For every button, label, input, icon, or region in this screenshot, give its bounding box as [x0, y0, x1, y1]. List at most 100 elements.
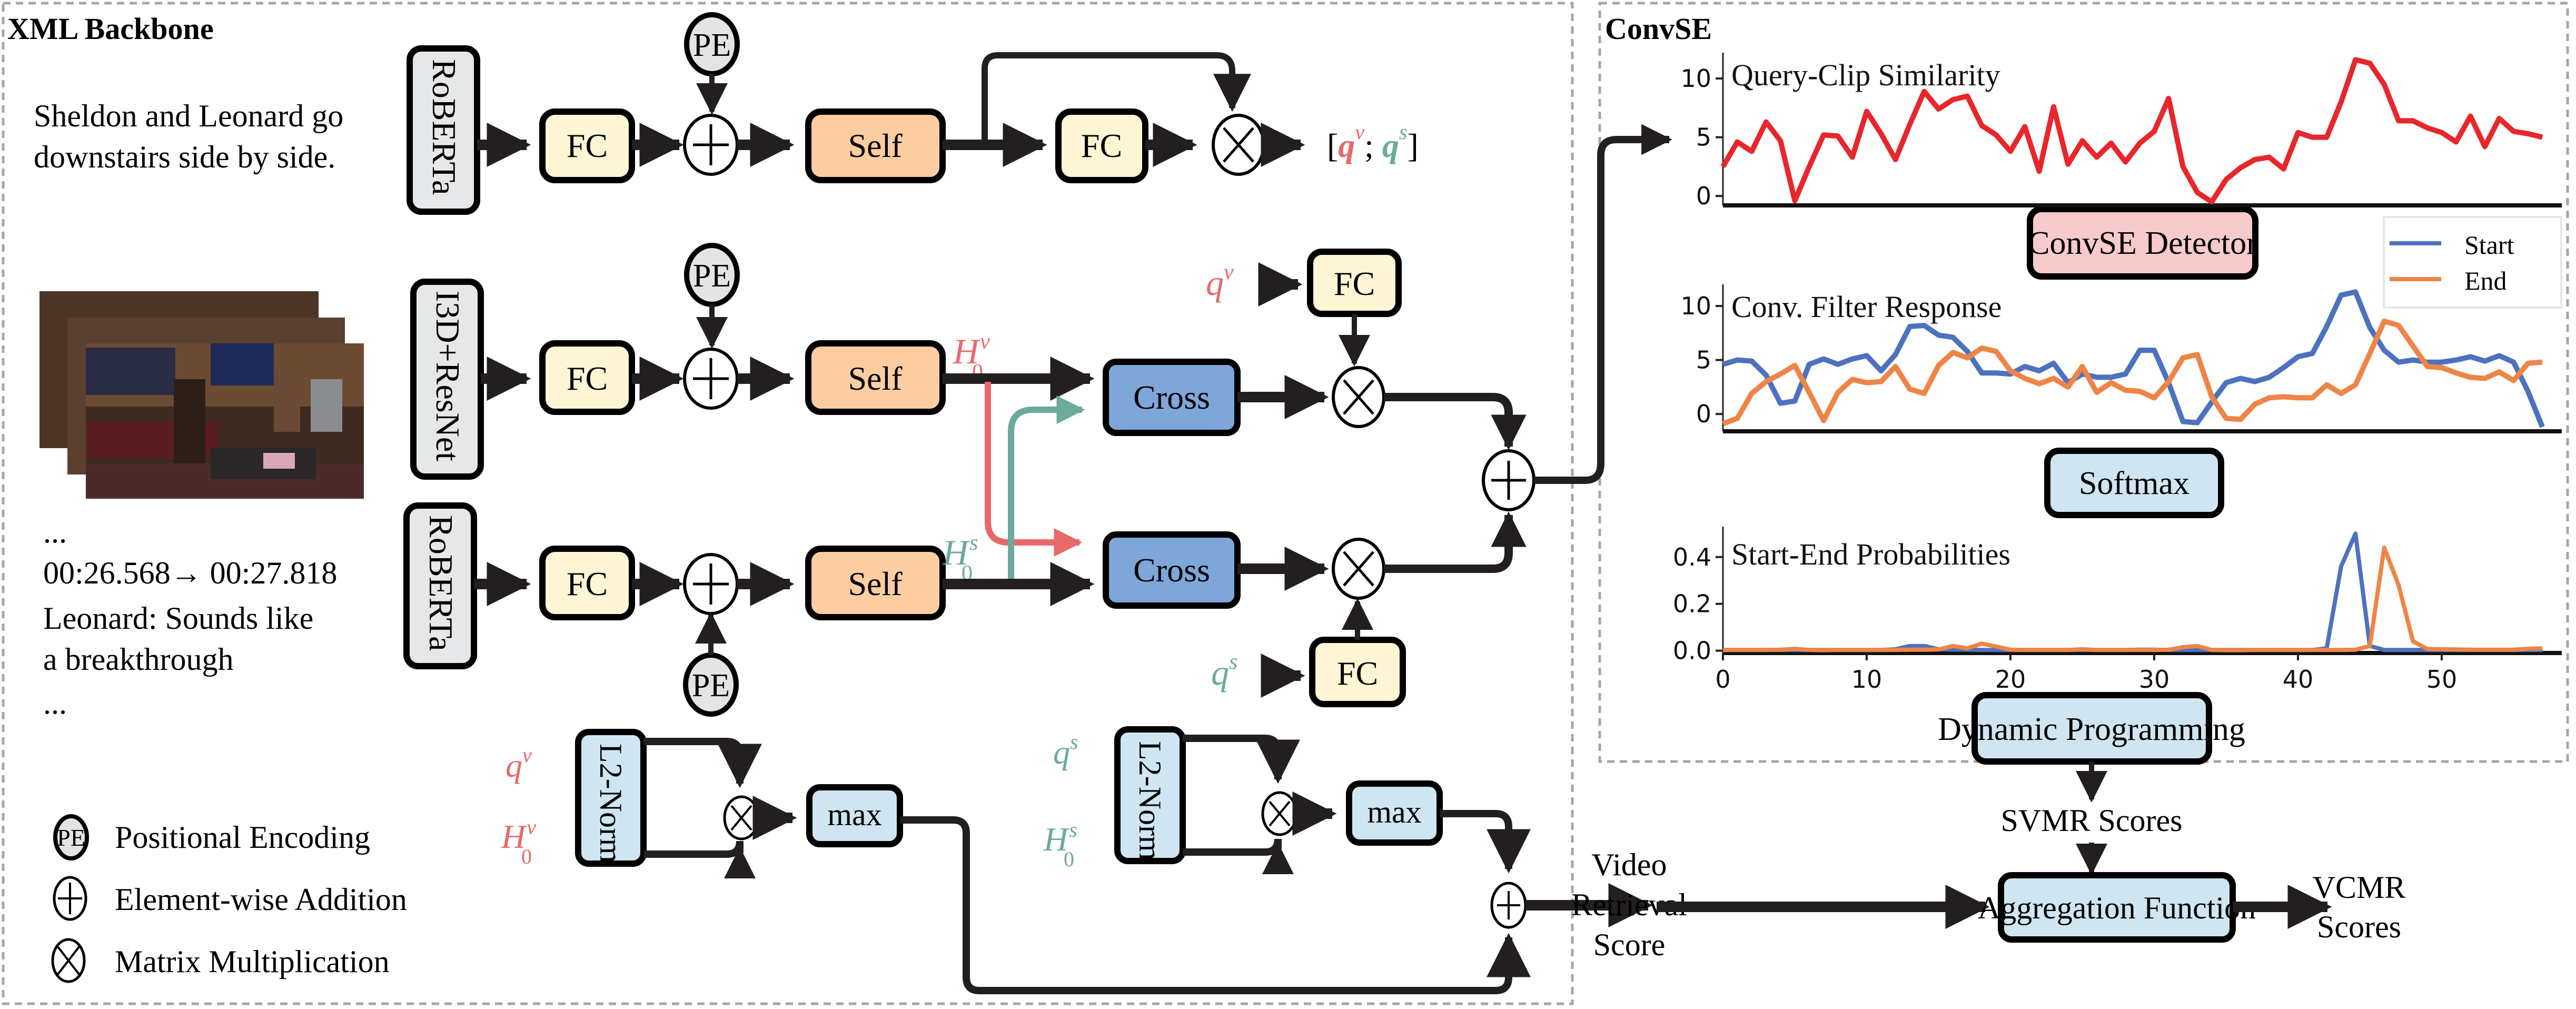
svg-text:Cross: Cross	[1133, 551, 1210, 589]
chart-legend: Start End	[2383, 216, 2562, 309]
video-add-op	[683, 348, 739, 410]
svg-text:FC: FC	[1334, 265, 1375, 302]
start-end-probabilities-chart: 0.0 0.2 0.4 0 10 20 30 40 50 Start-End Probabilit…	[1673, 527, 2562, 694]
subtitle-mul-op	[1332, 538, 1385, 600]
subtitle-ellipsis-top: ...	[43, 515, 67, 549]
video-fc-block: FC	[539, 340, 635, 415]
video-l2-hidden-label: Hv 0	[501, 815, 536, 868]
svg-text:VCMR: VCMR	[2313, 870, 2406, 905]
xml-backbone-title: XML Backbone	[7, 12, 214, 46]
svg-text:Dynamic Programming: Dynamic Programming	[1938, 711, 2245, 747]
query-text-line-2: downstairs side by side.	[34, 140, 335, 174]
x-tick-label: 10	[1851, 665, 1883, 694]
video-query-label: qv	[1206, 260, 1234, 303]
video-l2-norm: L2-Norm	[575, 729, 647, 867]
query-pe: PE	[684, 12, 740, 76]
convse-title: ConvSE	[1605, 12, 1712, 46]
svg-text:L2-Norm: L2-Norm	[593, 744, 628, 863]
svg-text:FC: FC	[1081, 127, 1122, 164]
svg-text:FC: FC	[567, 360, 608, 397]
legend-start-label: Start	[2464, 230, 2514, 260]
y-tick-label: 5	[1696, 123, 1711, 152]
svg-text:qv: qv	[1206, 260, 1234, 303]
video-max-block: max	[806, 784, 903, 847]
subtitle-line-1: Leonard: Sounds like	[43, 601, 313, 636]
query-mul-op	[1212, 114, 1265, 176]
query-text-line-1: Sheldon and Leonard go	[34, 98, 343, 133]
video-frames	[39, 291, 364, 499]
subtitle-cross-attention: Cross	[1103, 531, 1241, 609]
svg-text:Scores: Scores	[2317, 909, 2401, 944]
svg-text:Self: Self	[848, 565, 903, 602]
svg-text:PE: PE	[692, 668, 730, 704]
svmr-scores-label: SVMR Scores	[2000, 803, 2182, 838]
subtitle-fc-block: FC	[539, 546, 635, 620]
query-text: Sheldon and Leonard go downstairs side b…	[34, 98, 343, 174]
svg-text:Hv: Hv	[953, 330, 990, 371]
svg-text:Self: Self	[848, 360, 903, 397]
svg-text:qs: qs	[1053, 730, 1078, 771]
query-fc-block: FC	[539, 108, 635, 183]
aggregation-function-block: Aggregation Function	[1978, 872, 2256, 943]
query-fc2-block: FC	[1055, 108, 1148, 183]
svg-text:FC: FC	[1337, 655, 1378, 692]
svg-text:Cross: Cross	[1133, 379, 1210, 416]
svg-text:PE: PE	[57, 824, 85, 851]
video-self-attention: Self	[805, 340, 946, 415]
legend-end-label: End	[2464, 266, 2507, 295]
video-l2-mul-op	[723, 795, 760, 840]
legend-pe: PE Positional Encoding	[53, 814, 370, 860]
y-tick-label: 0.4	[1673, 543, 1711, 571]
svg-text:qv: qv	[506, 743, 532, 784]
video-mul-op	[1332, 366, 1385, 428]
video-l2-query-label: qv	[506, 743, 532, 784]
query-encoder-roberta: RoBERTa	[407, 45, 480, 215]
subtitle-encoder-roberta: RoBERTa	[403, 502, 477, 669]
svg-text:Self: Self	[848, 127, 903, 164]
legend: PE Positional Encoding Element-wise Addi…	[51, 814, 407, 983]
video-pe: PE	[684, 243, 740, 307]
query-self-attention: Self	[805, 108, 946, 183]
svg-text:RoBERTa: RoBERTa	[422, 515, 460, 651]
series-line-end	[1722, 318, 2543, 427]
dynamic-programming-block: Dynamic Programming	[1938, 692, 2245, 765]
legend-add: Element-wise Addition	[53, 876, 407, 921]
video-query-fc-block: FC	[1307, 249, 1402, 317]
query-add-op	[683, 114, 739, 176]
subtitle-self-attention: Self	[805, 546, 946, 620]
subtitle-line-2: a breakthrough	[43, 642, 234, 677]
svg-text:Score: Score	[1593, 927, 1666, 962]
svg-text:FC: FC	[567, 565, 608, 602]
subtitle-ellipsis-bottom: ...	[43, 686, 67, 720]
y-tick-label: 0	[1696, 182, 1711, 210]
svg-text:0: 0	[521, 845, 532, 868]
legend-mul: Matrix Multiplication	[51, 938, 390, 983]
svg-text:Positional Encoding: Positional Encoding	[115, 820, 370, 855]
x-tick-label: 50	[2426, 665, 2458, 694]
softmax-block: Softmax	[2044, 448, 2224, 518]
svg-text:Hs: Hs	[942, 531, 978, 572]
video-cross-attention: Cross	[1103, 359, 1241, 436]
subtitle-query-label: qs	[1211, 650, 1237, 693]
svg-text:max: max	[827, 797, 881, 832]
y-tick-label: 10	[1680, 64, 1711, 93]
subtitle-pe: PE	[683, 652, 739, 717]
x-tick-label: 40	[2283, 665, 2314, 694]
subtitle-timestamp: 00:26.568→ 00:27.818	[43, 556, 337, 590]
chart-title: Start-End Probabilities	[1731, 537, 2010, 571]
subtitle-hidden-label: Hs 0	[942, 531, 978, 586]
subtitle-max-block: max	[1346, 780, 1443, 846]
retrieval-add-op	[1490, 882, 1527, 929]
svg-text:L2-Norm: L2-Norm	[1133, 741, 1167, 860]
subtitle-query-fc-block: FC	[1309, 637, 1406, 707]
svg-text:Element-wise Addition: Element-wise Addition	[115, 882, 407, 917]
convse-detector-block: ConvSE Detector	[2027, 206, 2258, 280]
video-encoder-i3d-resnet: I3D+ResNet	[410, 279, 484, 480]
subtitle-add-op	[683, 553, 739, 615]
architecture-diagram: XML Backbone ConvSE Sheldon and Leonard …	[2, 2, 2569, 1005]
chart-title: Conv. Filter Response	[1731, 290, 2002, 324]
x-tick-label: 20	[1995, 665, 2026, 694]
subtitle-text: ... 00:26.568→ 00:27.818 Leonard: Sounds…	[43, 515, 337, 720]
subtitle-l2-hidden-label: Hs 0	[1043, 818, 1077, 871]
y-tick-label: 5	[1696, 346, 1711, 374]
